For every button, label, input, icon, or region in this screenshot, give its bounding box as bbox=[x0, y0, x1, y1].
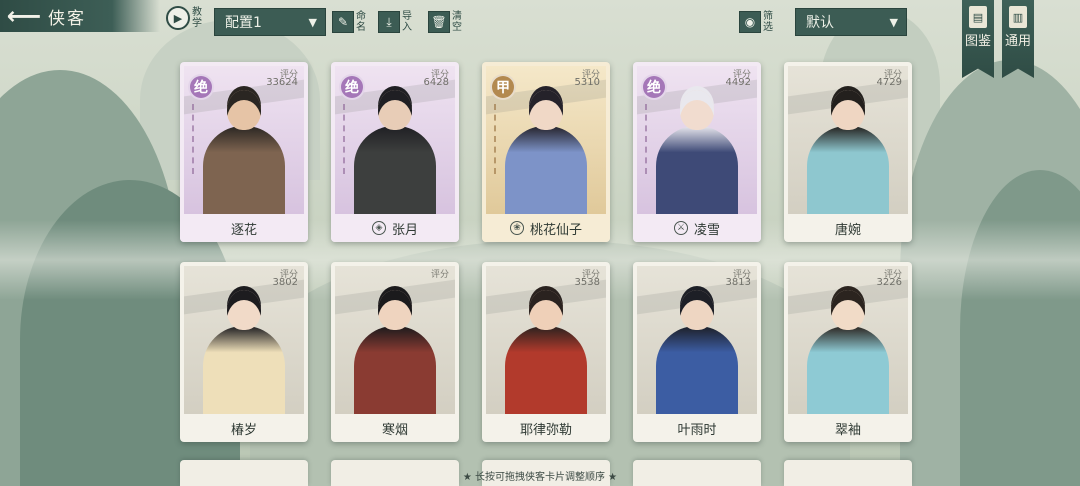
chevron-down-icon: ▼ bbox=[889, 15, 898, 29]
codex-button[interactable]: ▤ 图鉴 bbox=[962, 0, 994, 78]
hero-name: 逐花 bbox=[230, 222, 257, 238]
hero-portrait bbox=[637, 266, 757, 414]
book-icon: ▤ bbox=[969, 6, 987, 28]
hero-card[interactable]: 评分 3538 耶律弥勒 bbox=[482, 262, 610, 442]
clear-label: 清空 bbox=[452, 11, 462, 33]
hero-name-bar: 逐花 bbox=[180, 214, 308, 242]
back-arrow-icon[interactable]: ⟵ bbox=[0, 0, 48, 32]
tutorial-label: 教学 bbox=[192, 7, 202, 29]
import-label: 导入 bbox=[402, 11, 412, 33]
rarity-ornament bbox=[343, 104, 361, 174]
clear-button[interactable]: 🗑 清空 bbox=[428, 7, 463, 37]
rename-button[interactable]: ✎ 命名 bbox=[332, 7, 367, 37]
config-select[interactable]: 配置1 ▼ bbox=[214, 8, 326, 36]
hero-name: 叶雨时 bbox=[677, 422, 717, 438]
hero-name-bar: 椿岁 bbox=[180, 414, 308, 442]
hero-name-bar: ❀ 桃花仙子 bbox=[482, 214, 610, 242]
hero-name-bar: 唐婉 bbox=[784, 214, 912, 242]
rarity-badge: 甲 bbox=[490, 74, 516, 100]
hero-name-bar: ⚔ 凌雪 bbox=[633, 214, 761, 242]
score-value: 4492 bbox=[725, 77, 751, 88]
hero-card[interactable]: 评分 3813 叶雨时 bbox=[633, 262, 761, 442]
hero-name: 椿岁 bbox=[230, 422, 257, 438]
rarity-ornament bbox=[192, 104, 210, 174]
trash-icon: 🗑 bbox=[428, 11, 450, 33]
hero-card[interactable]: 评分 5310 甲 ❀ 桃花仙子 bbox=[482, 62, 610, 242]
hero-name-bar: 翠袖 bbox=[784, 414, 912, 442]
hero-portrait bbox=[184, 266, 304, 414]
hero-portrait bbox=[788, 266, 908, 414]
hero-name: 张月 bbox=[391, 222, 418, 238]
sort-select[interactable]: 默认 ▼ bbox=[795, 8, 907, 36]
sword-icon: ⚔ bbox=[673, 221, 688, 235]
rarity-ornament bbox=[494, 104, 512, 174]
general-label: 通用 bbox=[1004, 34, 1031, 49]
title-strip: ⟵ 侠客 bbox=[0, 0, 160, 32]
rename-label: 命名 bbox=[356, 11, 366, 33]
hero-name: 耶律弥勒 bbox=[519, 422, 572, 438]
score-value: 3813 bbox=[725, 277, 751, 288]
shield-icon: ◈ bbox=[371, 221, 386, 235]
hero-card[interactable]: 评分 4492 绝 ⚔ 凌雪 bbox=[633, 62, 761, 242]
hero-name: 唐婉 bbox=[834, 222, 861, 238]
filter-label: 筛选 bbox=[763, 11, 773, 33]
filter-button[interactable]: ◉ 筛选 bbox=[739, 7, 774, 37]
play-icon: ▶ bbox=[166, 6, 190, 30]
hero-name-bar: 耶律弥勒 bbox=[482, 414, 610, 442]
download-icon: ⤓ bbox=[378, 11, 400, 33]
rarity-ornament bbox=[645, 104, 663, 174]
hero-card[interactable]: 评分 4729 唐婉 bbox=[784, 62, 912, 242]
hero-name-bar: ◈ 张月 bbox=[331, 214, 459, 242]
config-select-value: 配置1 bbox=[225, 15, 262, 31]
hero-name: 凌雪 bbox=[693, 222, 720, 238]
score-value: 3538 bbox=[574, 277, 600, 288]
hero-portrait bbox=[788, 66, 908, 214]
score-value: 3802 bbox=[272, 277, 298, 288]
page-title: 侠客 bbox=[48, 8, 86, 29]
brush-icon: ✎ bbox=[332, 11, 354, 33]
hero-name: 翠袖 bbox=[834, 422, 861, 438]
eye-icon: ◉ bbox=[739, 11, 761, 33]
score-value: 3226 bbox=[876, 277, 902, 288]
drag-hint: ★ 长按可拖拽侠客卡片调整顺序 ★ bbox=[462, 472, 618, 483]
import-button[interactable]: ⤓ 导入 bbox=[378, 7, 413, 37]
hero-card[interactable]: 评分 33624 绝逐花 bbox=[180, 62, 308, 242]
score-label: 评分 bbox=[430, 270, 449, 280]
hero-card[interactable]: 评分 6428 绝 ◈ 张月 bbox=[331, 62, 459, 242]
sort-select-value: 默认 bbox=[806, 15, 834, 31]
scroll-icon: ▥ bbox=[1009, 6, 1027, 28]
score-value: 6428 bbox=[423, 77, 449, 88]
hero-name-bar: 叶雨时 bbox=[633, 414, 761, 442]
rarity-badge: 绝 bbox=[641, 74, 667, 100]
hero-card[interactable]: 评分 3802 椿岁 bbox=[180, 262, 308, 442]
score-value: 33624 bbox=[266, 77, 298, 88]
hero-card[interactable]: 评分寒烟 bbox=[331, 262, 459, 442]
hero-portrait bbox=[335, 266, 455, 414]
hero-card[interactable]: 评分 3226 翠袖 bbox=[784, 262, 912, 442]
score-value: 5310 bbox=[574, 77, 600, 88]
chevron-down-icon: ▼ bbox=[308, 15, 317, 29]
hero-name: 寒烟 bbox=[381, 422, 408, 438]
general-button[interactable]: ▥ 通用 bbox=[1002, 0, 1034, 78]
score-value: 4729 bbox=[876, 77, 902, 88]
hero-name-bar: 寒烟 bbox=[331, 414, 459, 442]
hero-portrait bbox=[486, 266, 606, 414]
rarity-badge: 绝 bbox=[188, 74, 214, 100]
codex-label: 图鉴 bbox=[964, 34, 991, 49]
lotus-icon: ❀ bbox=[509, 221, 524, 235]
tutorial-button[interactable]: ▶ 教学 bbox=[166, 3, 210, 33]
rarity-badge: 绝 bbox=[339, 74, 365, 100]
hero-name: 桃花仙子 bbox=[529, 222, 582, 238]
top-bar: ⟵ 侠客 ▶ 教学 配置1 ▼ ✎ 命名 ⤓ 导入 🗑 清空 ◉ 筛选 默认 ▼… bbox=[0, 0, 1080, 78]
